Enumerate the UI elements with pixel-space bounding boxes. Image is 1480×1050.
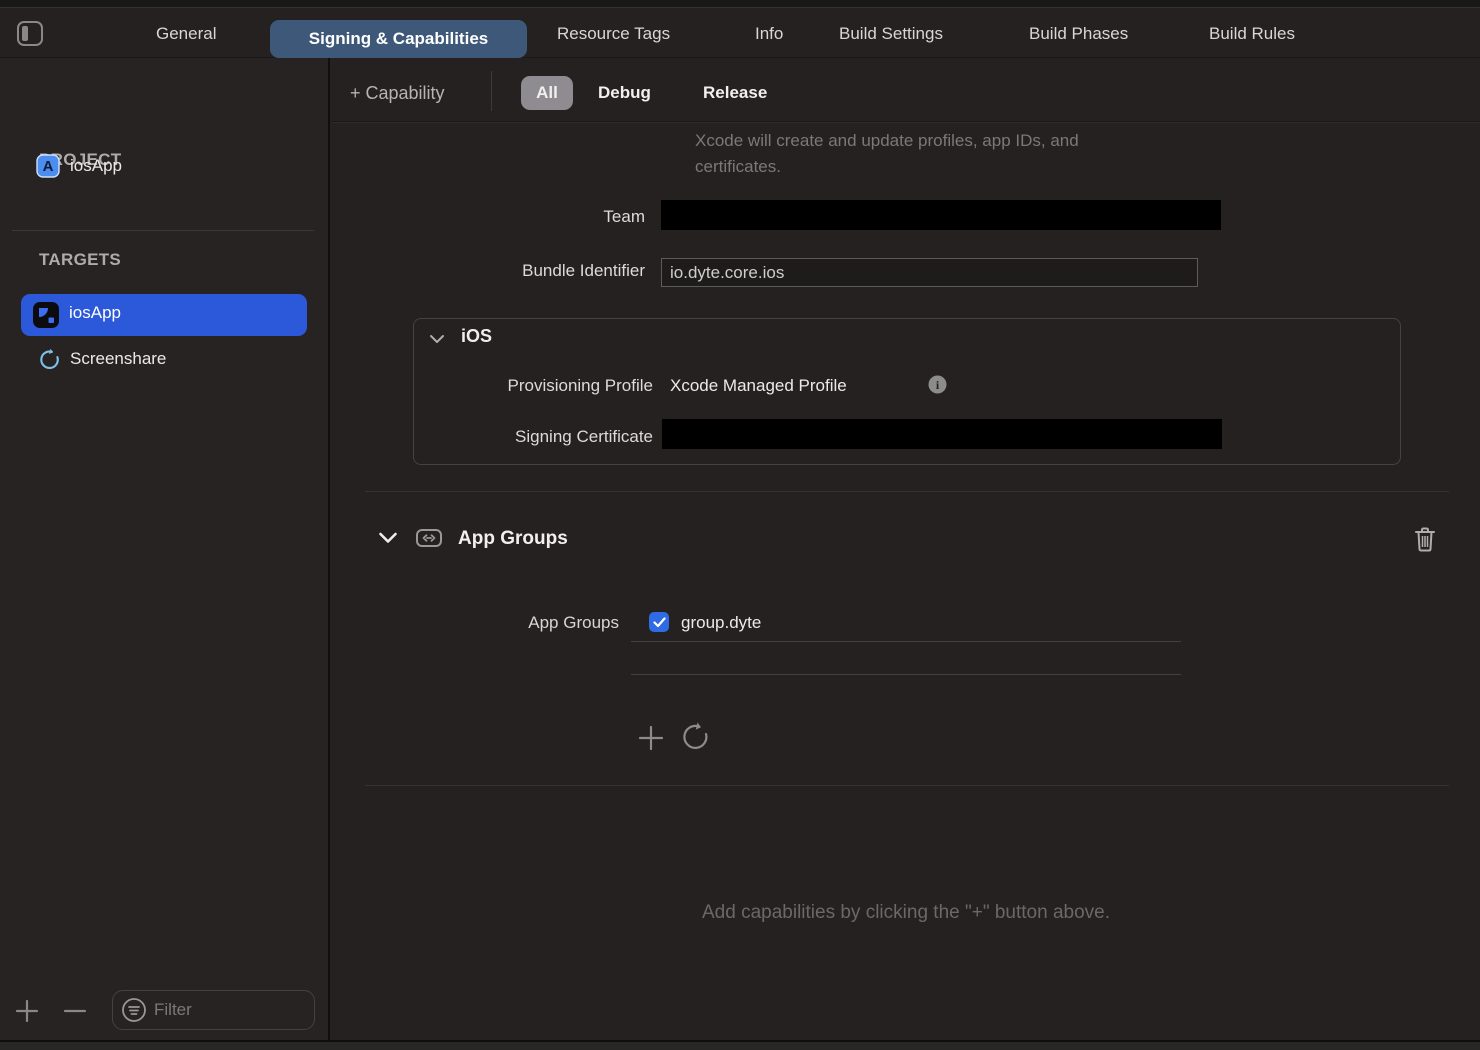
provisioning-profile-label: Provisioning Profile xyxy=(414,376,653,396)
tab-info[interactable]: Info xyxy=(755,9,783,58)
signing-certificate-redacted xyxy=(662,419,1222,449)
refresh-app-groups-button[interactable] xyxy=(680,721,712,758)
add-capabilities-hint: Add capabilities by clicking the "+" but… xyxy=(332,902,1480,924)
provisioning-profile-value[interactable]: Xcode Managed Profile xyxy=(670,376,847,396)
add-target-button[interactable] xyxy=(14,998,40,1029)
titlebar-strip xyxy=(0,0,1480,8)
bundle-identifier-field[interactable]: io.dyte.core.ios xyxy=(661,258,1198,287)
project-navigator-sidebar: PROJECT A iosApp TARGETS iosApp xyxy=(0,58,330,1040)
toolbar-separator xyxy=(332,121,1480,123)
sidebar-divider xyxy=(12,230,314,231)
targets-section-header: TARGETS xyxy=(39,250,121,270)
section-divider xyxy=(365,785,1449,786)
bundle-identifier-label: Bundle Identifier xyxy=(332,261,645,281)
signing-capabilities-editor: + Capability All Debug Release Xcode wil… xyxy=(332,58,1480,1040)
tab-build-phases[interactable]: Build Phases xyxy=(1029,9,1128,58)
tab-signing-capabilities[interactable]: Signing & Capabilities xyxy=(270,20,527,58)
signing-note-line1: Xcode will create and update profiles, a… xyxy=(695,128,1079,154)
dyte-app-icon xyxy=(33,302,59,333)
screenshare-extension-icon xyxy=(38,348,61,376)
target-row-iosapp[interactable]: iosApp xyxy=(21,294,307,336)
window-bottom-strip xyxy=(0,1040,1480,1050)
target-row-screenshare[interactable]: Screenshare xyxy=(36,346,306,374)
tab-build-settings[interactable]: Build Settings xyxy=(839,9,943,58)
target-name-label: iosApp xyxy=(69,303,121,323)
app-groups-section-header: App Groups xyxy=(458,528,568,550)
app-groups-row-label: App Groups xyxy=(332,613,619,633)
team-label: Team xyxy=(332,207,645,227)
team-value-redacted[interactable] xyxy=(661,200,1221,230)
app-group-row-underline xyxy=(631,674,1181,675)
trash-icon[interactable] xyxy=(1413,526,1437,558)
target-name-label: Screenshare xyxy=(70,349,166,369)
editor-tab-bar: General Signing & Capabilities Resource … xyxy=(0,9,1480,58)
sidebar-toggle-icon[interactable] xyxy=(16,20,44,52)
filter-field[interactable] xyxy=(112,990,315,1030)
signing-note: Xcode will create and update profiles, a… xyxy=(695,128,1079,180)
ios-signing-group: iOS Provisioning Profile Xcode Managed P… xyxy=(413,318,1401,465)
add-capability-button[interactable]: + Capability xyxy=(350,76,445,110)
svg-text:A: A xyxy=(43,158,54,175)
chevron-down-icon[interactable] xyxy=(429,332,445,350)
segment-all[interactable]: All xyxy=(521,76,573,110)
add-app-group-button[interactable] xyxy=(636,723,666,758)
ios-section-header: iOS xyxy=(461,326,492,347)
segment-debug[interactable]: Debug xyxy=(598,76,651,110)
filter-input[interactable] xyxy=(154,1000,294,1020)
segment-release[interactable]: Release xyxy=(703,76,767,110)
filter-icon xyxy=(121,997,147,1023)
remove-target-button[interactable] xyxy=(62,998,88,1029)
project-name-label: iosApp xyxy=(70,156,122,176)
signing-note-line2: certificates. xyxy=(695,154,1079,180)
toolbar-divider xyxy=(491,71,492,111)
chevron-down-icon[interactable] xyxy=(378,531,398,550)
info-icon[interactable]: i xyxy=(928,375,947,399)
section-divider xyxy=(365,491,1449,492)
app-group-checkbox[interactable] xyxy=(649,612,669,632)
project-row-iosapp[interactable]: A iosApp xyxy=(36,154,306,180)
signing-certificate-label: Signing Certificate xyxy=(414,427,653,447)
app-store-icon: A xyxy=(36,154,60,183)
app-group-name[interactable]: group.dyte xyxy=(681,613,761,633)
tab-resource-tags[interactable]: Resource Tags xyxy=(557,9,670,58)
app-group-row-underline xyxy=(631,641,1181,642)
tab-general[interactable]: General xyxy=(156,9,216,58)
tab-build-rules[interactable]: Build Rules xyxy=(1209,9,1295,58)
app-groups-capability-icon xyxy=(415,526,443,555)
